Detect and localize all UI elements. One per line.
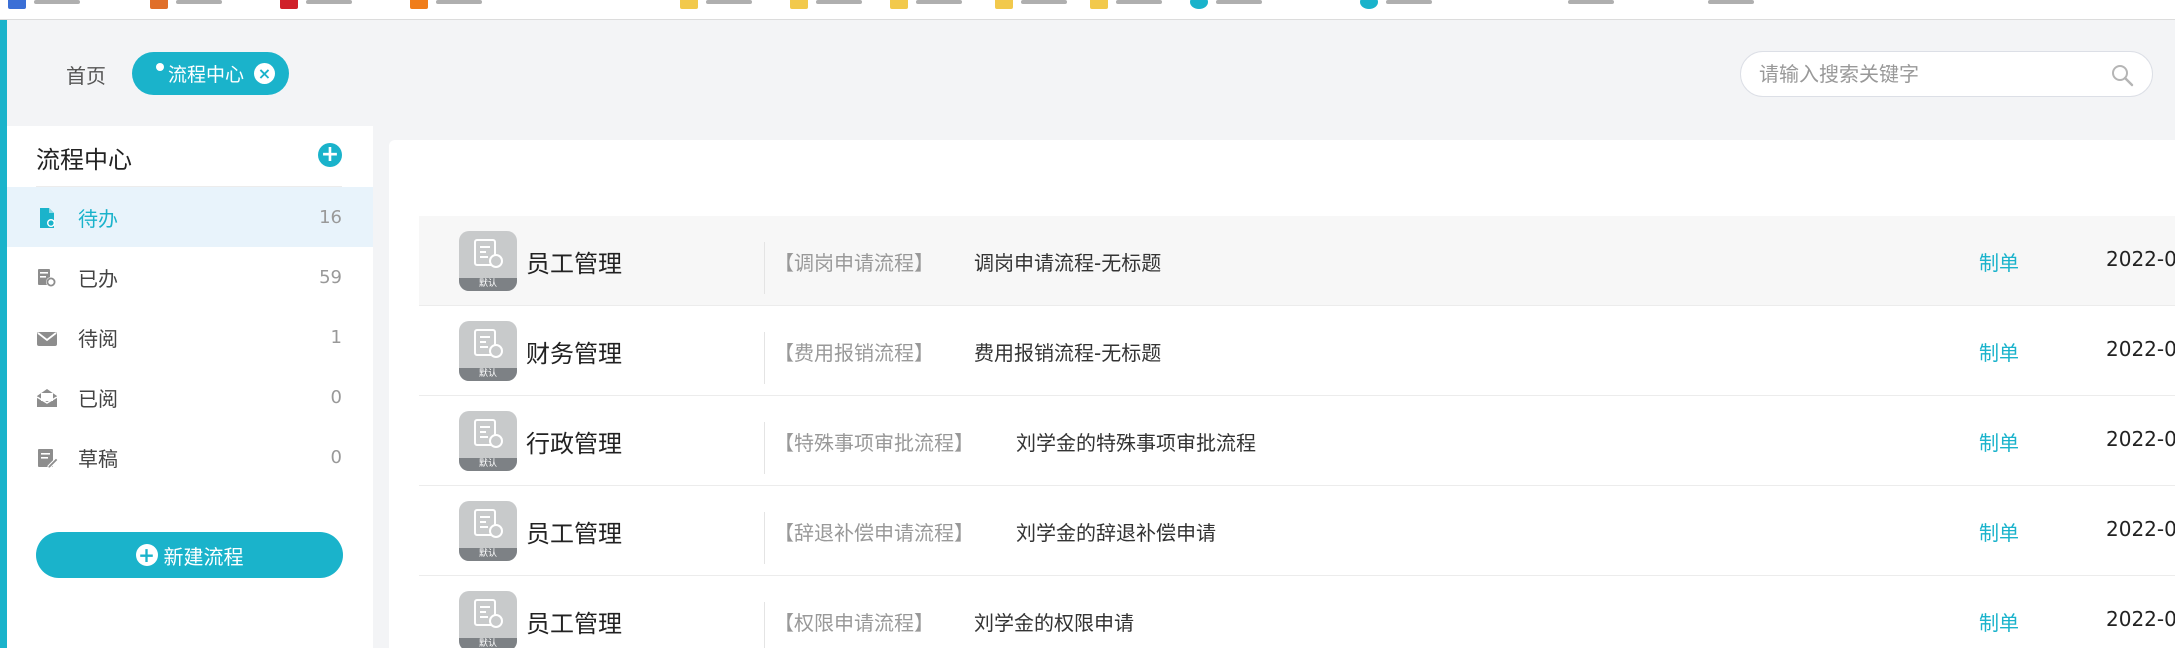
date-text: 2022-0: [2106, 247, 2175, 271]
process-list: 默认 员工管理 【调岗申请流程】 调岗申请流程-无标题 制单 2022-0 默认…: [419, 216, 2175, 648]
category-label: 行政管理: [526, 430, 622, 458]
category-label: 员工管理: [526, 250, 622, 278]
sidebar-item-label: 草稿: [78, 446, 118, 471]
divider: [764, 602, 765, 648]
default-badge: 默认: [459, 278, 517, 291]
sidebar-item-count: 0: [330, 446, 342, 468]
active-dot: [156, 63, 164, 71]
default-badge: 默认: [459, 458, 517, 471]
flow-type: 【调岗申请流程】: [774, 251, 934, 275]
bookmark-item[interactable]: [790, 0, 862, 12]
subject-link[interactable]: 刘学金的辞退补偿申请: [1016, 517, 1216, 546]
divider: [764, 332, 765, 384]
sidebar-item-label: 待阅: [78, 326, 118, 351]
plus-icon: +: [135, 544, 158, 566]
tab-process-center[interactable]: 流程中心 ×: [132, 52, 289, 95]
flow-type: 【辞退补偿申请流程】: [774, 521, 974, 545]
action-link[interactable]: 制单: [1979, 427, 2019, 456]
table-row[interactable]: 默认 财务管理 【费用报销流程】 费用报销流程-无标题 制单 2022-0: [419, 306, 2175, 396]
default-badge: 默认: [459, 548, 517, 561]
subject-link[interactable]: 费用报销流程-无标题: [974, 337, 1161, 366]
tab-label: 流程中心: [168, 64, 245, 86]
divider: [764, 422, 765, 474]
subject-link[interactable]: 刘学金的权限申请: [974, 607, 1134, 636]
flow-type: 【权限申请流程】: [774, 611, 934, 635]
bookmark-item[interactable]: [1560, 0, 1614, 12]
subject-link[interactable]: 刘学金的特殊事项审批流程: [1016, 427, 1256, 456]
bookmark-item[interactable]: [1090, 0, 1162, 12]
sidebar-item-done[interactable]: 已办 59: [7, 247, 373, 307]
sidebar-item-count: 1: [330, 326, 342, 348]
workflow-app-icon: 默认: [459, 231, 517, 291]
sidebar-item-to-read[interactable]: 待阅 1: [7, 307, 373, 367]
action-link[interactable]: 制单: [1979, 517, 2019, 546]
flow-type: 【费用报销流程】: [774, 341, 934, 365]
default-badge: 默认: [459, 368, 517, 381]
default-badge: 默认: [459, 638, 517, 648]
action-link[interactable]: 制单: [1979, 247, 2019, 276]
sidebar: 流程中心 + 待办 16 已办 59 待阅 1 已阅 0 草稿 0 + 新建流程: [7, 126, 373, 648]
tab-home[interactable]: 首页: [66, 60, 106, 89]
date-text: 2022-0: [2106, 607, 2175, 631]
date-text: 2022-0: [2106, 337, 2175, 361]
add-icon[interactable]: +: [318, 143, 342, 167]
sidebar-item-read[interactable]: 已阅 0: [7, 367, 373, 427]
sidebar-item-label: 待办: [78, 206, 118, 231]
app-root: { "colors": { "accent": "#1ab3cb", "acti…: [0, 0, 2175, 648]
subject-link[interactable]: 调岗申请流程-无标题: [974, 247, 1161, 276]
sidebar-item-count: 59: [319, 266, 342, 288]
workflow-app-icon: 默认: [459, 501, 517, 561]
date-text: 2022-0: [2106, 427, 2175, 451]
table-row[interactable]: 默认 行政管理 【特殊事项审批流程】 刘学金的特殊事项审批流程 制单 2022-…: [419, 396, 2175, 486]
search-icon[interactable]: [2110, 63, 2134, 87]
category-label: 员工管理: [526, 520, 622, 548]
left-accent-bar: [0, 20, 7, 648]
bookmark-item[interactable]: [1360, 0, 1432, 12]
bookmark-item[interactable]: [1190, 0, 1262, 12]
main-panel: 默认 员工管理 【调岗申请流程】 调岗申请流程-无标题 制单 2022-0 默认…: [389, 140, 2175, 648]
open-mail-icon: [36, 389, 58, 407]
search-input[interactable]: [1759, 52, 2089, 96]
close-icon[interactable]: ×: [254, 63, 275, 84]
table-row[interactable]: 默认 员工管理 【辞退补偿申请流程】 刘学金的辞退补偿申请 制单 2022-0: [419, 486, 2175, 576]
sidebar-item-draft[interactable]: 草稿 0: [7, 427, 373, 487]
action-link[interactable]: 制单: [1979, 337, 2019, 366]
new-process-label: 新建流程: [163, 544, 244, 569]
bookmark-item[interactable]: [410, 0, 482, 12]
action-link[interactable]: 制单: [1979, 607, 2019, 636]
workflow-app-icon: 默认: [459, 411, 517, 471]
stack-icon: [38, 269, 56, 287]
category-label: 财务管理: [526, 340, 622, 368]
search-box: [1740, 51, 2153, 97]
document-icon: [40, 208, 55, 228]
new-process-button[interactable]: + 新建流程: [36, 532, 343, 578]
bookmark-item[interactable]: [890, 0, 962, 12]
sidebar-item-count: 16: [319, 206, 342, 228]
mail-icon: [37, 332, 57, 346]
sidebar-item-todo[interactable]: 待办 16: [7, 187, 373, 247]
bookmark-item[interactable]: [8, 0, 80, 12]
table-row[interactable]: 默认 员工管理 【调岗申请流程】 调岗申请流程-无标题 制单 2022-0: [419, 216, 2175, 306]
sidebar-title: 流程中心: [36, 146, 132, 174]
sidebar-nav: 待办 16 已办 59 待阅 1 已阅 0 草稿 0: [7, 187, 373, 487]
divider: [764, 512, 765, 564]
workflow-app-icon: 默认: [459, 591, 517, 648]
bookmark-item[interactable]: [280, 0, 352, 12]
sidebar-item-count: 0: [330, 386, 342, 408]
table-row[interactable]: 默认 员工管理 【权限申请流程】 刘学金的权限申请 制单 2022-0: [419, 576, 2175, 648]
flow-type: 【特殊事项审批流程】: [774, 431, 974, 455]
top-header: 首页 流程中心 ×: [7, 20, 2175, 126]
draft-icon: [38, 449, 58, 469]
sidebar-item-label: 已办: [78, 266, 118, 291]
bookmark-item[interactable]: [150, 0, 222, 12]
category-label: 员工管理: [526, 610, 622, 638]
workflow-app-icon: 默认: [459, 321, 517, 381]
bookmark-item[interactable]: [680, 0, 752, 12]
bookmark-item[interactable]: [1700, 0, 1754, 12]
date-text: 2022-0: [2106, 517, 2175, 541]
sidebar-item-label: 已阅: [78, 386, 118, 411]
browser-bookmarks-bar: [0, 0, 2175, 20]
divider: [764, 242, 765, 294]
bookmark-item[interactable]: [995, 0, 1067, 12]
